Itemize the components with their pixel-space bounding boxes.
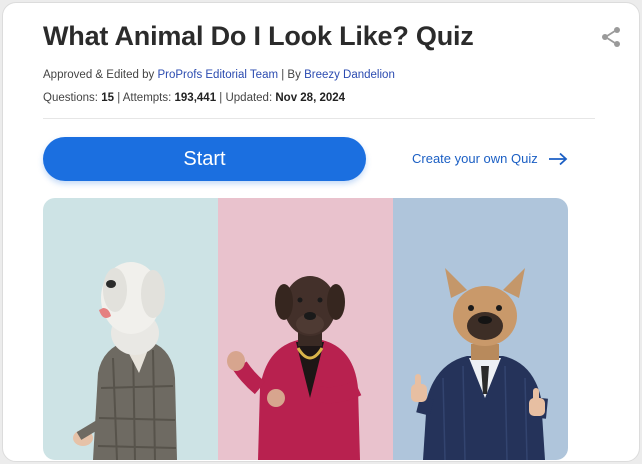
- byline: Approved & Edited by ProProfs Editorial …: [43, 69, 395, 81]
- author-separator: | By: [281, 69, 301, 81]
- updated-label: | Updated:: [219, 92, 273, 104]
- quiz-title: What Animal Do I Look Like? Quiz: [43, 21, 474, 51]
- updated-date: Nov 28, 2024: [275, 92, 346, 104]
- sheepdog-panel: [43, 198, 218, 460]
- divider: [43, 118, 595, 119]
- author-link[interactable]: Breezy Dandelion: [304, 69, 395, 81]
- create-quiz-label: Create your own Quiz: [412, 151, 538, 166]
- quiz-stats: Questions: 15 | Attempts: 193,441 | Upda…: [43, 92, 345, 104]
- create-quiz-link[interactable]: Create your own Quiz: [412, 151, 568, 166]
- approved-label: Approved & Edited by: [43, 69, 155, 81]
- bulldog-panel: [393, 198, 568, 460]
- attempts-label: | Attempts:: [117, 92, 172, 104]
- start-button[interactable]: Start: [43, 137, 366, 181]
- quiz-cover-image: [43, 198, 568, 460]
- editor-link[interactable]: ProProfs Editorial Team: [157, 69, 278, 81]
- arrow-right-icon: [548, 152, 568, 165]
- questions-label: Questions:: [43, 92, 98, 104]
- share-icon[interactable]: [599, 25, 623, 49]
- questions-count: 15: [101, 92, 114, 104]
- labrador-panel: [218, 198, 393, 460]
- quiz-card: What Animal Do I Look Like? Quiz Approve…: [2, 2, 640, 462]
- attempts-count: 193,441: [174, 92, 217, 104]
